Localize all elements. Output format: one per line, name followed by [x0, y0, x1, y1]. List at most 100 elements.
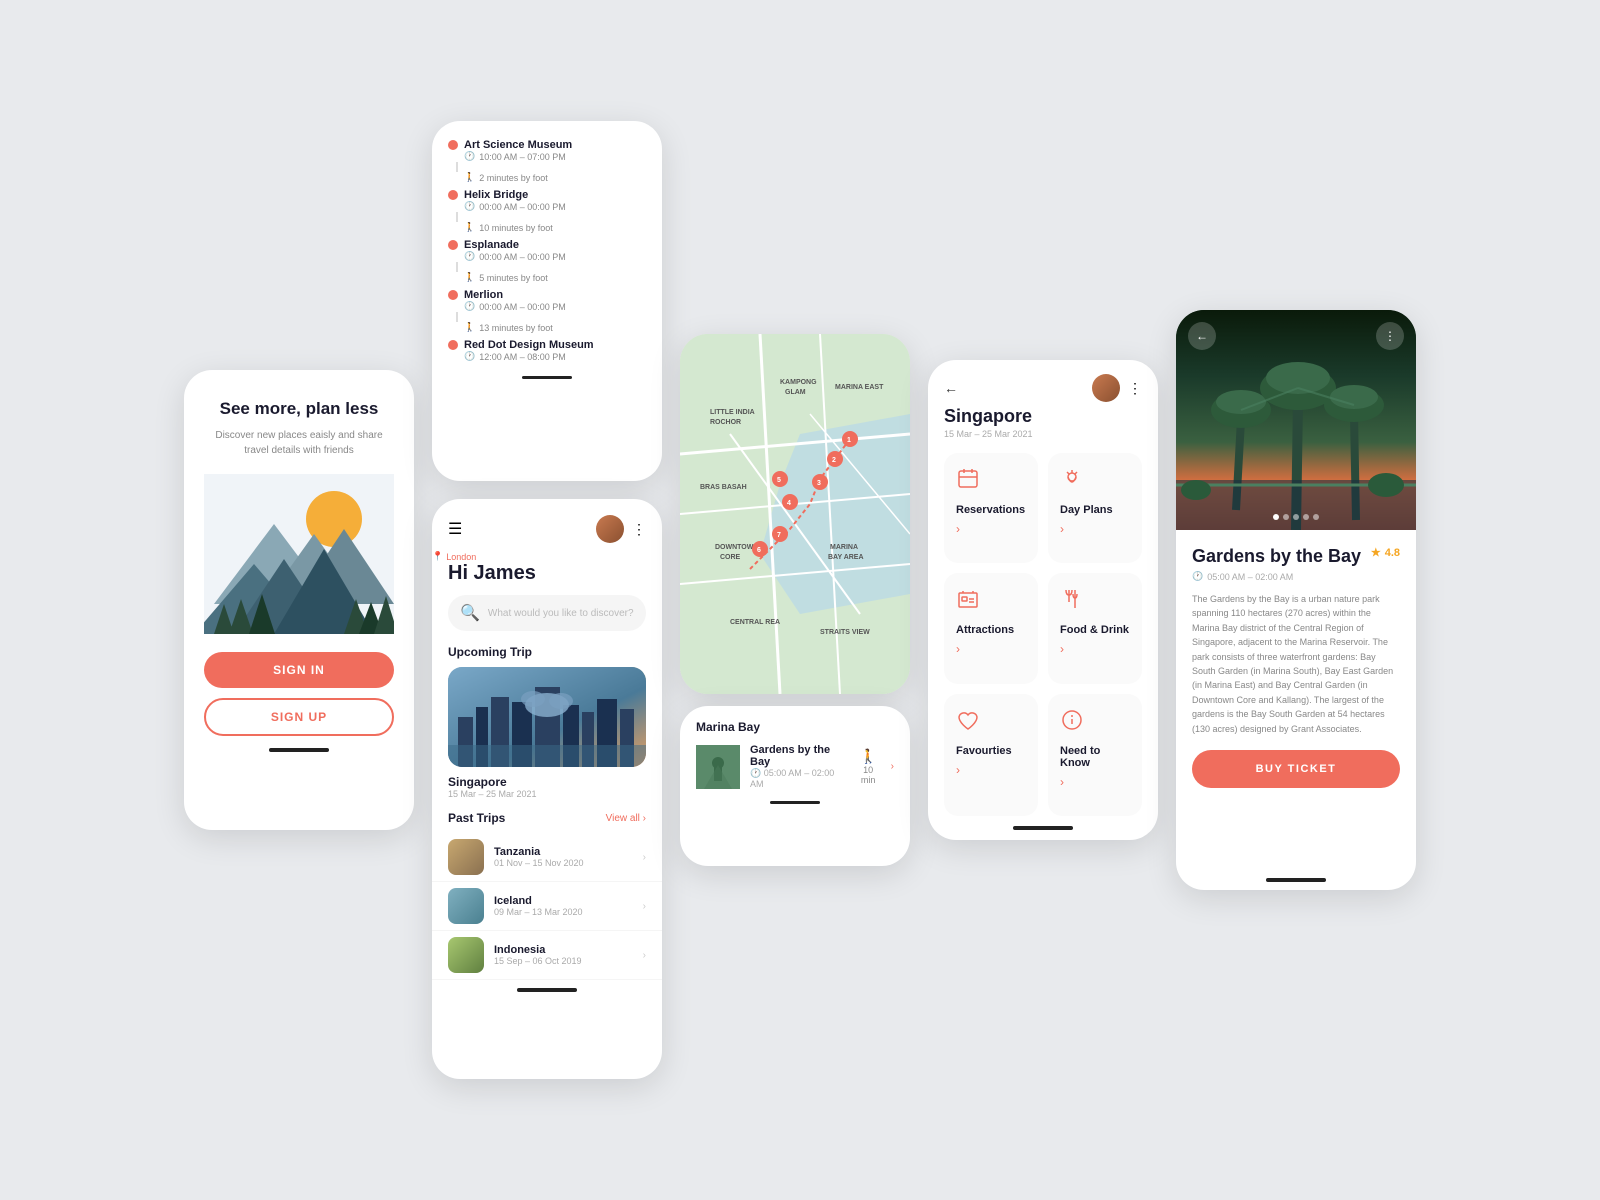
food-drink-item[interactable]: Food & Drink ›: [1048, 573, 1142, 683]
svg-text:MARINA: MARINA: [830, 544, 858, 551]
signin-button[interactable]: SIGN IN: [204, 652, 394, 688]
search-icon: 🔍: [460, 603, 480, 623]
svg-text:DOWNTOWN: DOWNTOWN: [715, 544, 758, 551]
attraction-image: ← ⋮: [1176, 310, 1416, 530]
singapore-dashboard: ← ⋮ Singapore 15 Mar – 25 Mar 2021: [928, 360, 1158, 840]
back-button[interactable]: ←: [1188, 322, 1216, 350]
itinerary-screen: Art Science Museum 🕐 10:00 AM – 07:00 PM…: [432, 121, 662, 481]
destination-title: Singapore: [928, 406, 1158, 429]
trip-image[interactable]: [448, 667, 646, 767]
category-grid: Reservations › Day Plans ›: [928, 453, 1158, 816]
chevron-right-icon: ›: [891, 761, 894, 772]
reservations-label: Reservations: [956, 504, 1026, 516]
reservations-item[interactable]: Reservations ›: [944, 453, 1038, 563]
dot-4: [1303, 514, 1309, 520]
clock-icon: 🕐: [1192, 571, 1203, 582]
chevron-right-icon: ›: [1060, 522, 1130, 536]
place-name: Gardens by the Bay: [750, 744, 846, 768]
favourites-icon: [956, 708, 1026, 737]
list-item[interactable]: Iceland 09 Mar – 13 Mar 2020 ›: [432, 882, 662, 931]
itinerary-item: Esplanade 🕐 00:00 AM – 00:00 PM 🚶 5 minu…: [448, 239, 646, 283]
chevron-right-icon: ›: [643, 852, 646, 863]
image-dots: [1273, 514, 1319, 520]
attractions-label: Attractions: [956, 624, 1026, 636]
trip-dates: 15 Mar – 25 Mar 2021: [448, 789, 646, 799]
dot-1: [1273, 514, 1279, 520]
svg-text:ROCHOR: ROCHOR: [710, 419, 741, 426]
map-screen: LITTLE INDIA ROCHOR KAMPONG GLAM BRAS BA…: [680, 334, 910, 694]
svg-text:1: 1: [847, 437, 851, 444]
bottom-indicator: [522, 376, 572, 379]
svg-text:CENTRAL REA: CENTRAL REA: [730, 619, 780, 626]
place-time: 🕐 12:00 AM – 08:00 PM: [464, 351, 646, 362]
walk-time: 🚶 2 minutes by foot: [464, 172, 646, 183]
svg-text:CORE: CORE: [720, 554, 741, 561]
chevron-right-icon: ›: [643, 950, 646, 961]
past-trips-label: Past Trips: [448, 811, 505, 825]
reservations-icon: [956, 467, 1026, 496]
place-name: Helix Bridge: [464, 189, 528, 201]
trip-name: Tanzania: [494, 846, 584, 858]
rating-value: 4.8: [1385, 547, 1400, 559]
trip-name: Indonesia: [494, 944, 582, 956]
pin-dot: [448, 290, 458, 300]
need-to-know-item[interactable]: Need to Know ›: [1048, 694, 1142, 816]
dot-2: [1283, 514, 1289, 520]
more-options-icon[interactable]: ⋮: [1128, 380, 1142, 397]
marina-bay-screen: Marina Bay Gardens by the Bay 🕐 05:00 AM…: [680, 706, 910, 866]
more-options-button[interactable]: ⋮: [1376, 322, 1404, 350]
svg-text:7: 7: [777, 532, 781, 539]
place-name: Art Science Museum: [464, 139, 572, 151]
place-time: 🕐 00:00 AM – 00:00 PM: [464, 251, 646, 262]
search-bar[interactable]: 🔍 What would you like to discover?: [448, 595, 646, 631]
attractions-item[interactable]: Attractions ›: [944, 573, 1038, 683]
chevron-right-icon: ›: [1060, 642, 1130, 656]
pin-dot: [448, 340, 458, 350]
day-plans-icon: [1060, 467, 1130, 496]
trip-name: Singapore: [448, 775, 646, 789]
rating-badge: ★ 4.8: [1371, 546, 1400, 559]
list-item[interactable]: Indonesia 15 Sep – 06 Oct 2019 ›: [432, 931, 662, 980]
bottom-indicator: [770, 801, 820, 804]
day-plans-item[interactable]: Day Plans ›: [1048, 453, 1142, 563]
signup-button[interactable]: SIGN UP: [204, 698, 394, 736]
dot-5: [1313, 514, 1319, 520]
need-to-know-icon: [1060, 708, 1130, 737]
avatar: [1092, 374, 1120, 402]
itinerary-item: Red Dot Design Museum 🕐 12:00 AM – 08:00…: [448, 339, 646, 362]
back-arrow-icon[interactable]: ←: [944, 380, 958, 396]
favourites-item[interactable]: Favourties ›: [944, 694, 1038, 816]
trip-name: Iceland: [494, 895, 583, 907]
home-indicator: [1266, 878, 1326, 882]
svg-text:4: 4: [787, 500, 791, 507]
svg-text:LITTLE INDIA: LITTLE INDIA: [710, 409, 755, 416]
place-name: Merlion: [464, 289, 503, 301]
chevron-right-icon: ›: [956, 522, 1026, 536]
hamburger-icon[interactable]: ☰: [448, 519, 462, 539]
pin-dot: [448, 190, 458, 200]
more-options-icon[interactable]: ⋮: [632, 521, 646, 538]
welcome-subtitle: Discover new places eaisly and share tra…: [204, 428, 394, 458]
trip-dates: 15 Mar – 25 Mar 2021: [928, 429, 1158, 453]
buy-ticket-button[interactable]: BUY TICKET: [1192, 750, 1400, 788]
welcome-screen: See more, plan less Discover new places …: [184, 370, 414, 830]
welcome-title: See more, plan less: [220, 398, 379, 420]
itinerary-item: Helix Bridge 🕐 00:00 AM – 00:00 PM 🚶 10 …: [448, 189, 646, 233]
chevron-right-icon: ›: [1060, 775, 1130, 789]
svg-text:BAY AREA: BAY AREA: [828, 554, 864, 561]
svg-text:GLAM: GLAM: [785, 389, 806, 396]
pin-dot: [448, 140, 458, 150]
star-icon: ★: [1371, 546, 1381, 559]
map-view: LITTLE INDIA ROCHOR KAMPONG GLAM BRAS BA…: [680, 334, 910, 694]
svg-text:3: 3: [817, 480, 821, 487]
search-placeholder: What would you like to discover?: [488, 608, 634, 619]
svg-text:BRAS BASAH: BRAS BASAH: [700, 484, 747, 491]
chevron-right-icon: ›: [643, 901, 646, 912]
trip-dates: 01 Nov – 15 Nov 2020: [494, 858, 584, 868]
dot-3: [1293, 514, 1299, 520]
location-label: 📍 London: [432, 551, 662, 562]
view-all-link[interactable]: View all ›: [606, 813, 646, 824]
list-item[interactable]: Tanzania 01 Nov – 15 Nov 2020 ›: [432, 833, 662, 882]
walk-badge: 🚶 10 min: [856, 748, 881, 785]
place-name: Red Dot Design Museum: [464, 339, 594, 351]
